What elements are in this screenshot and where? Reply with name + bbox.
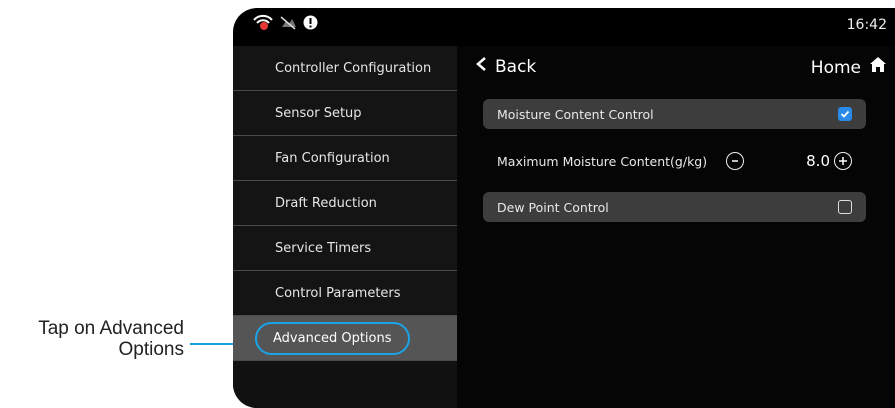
cloud-off-icon xyxy=(279,15,297,34)
annotation-line-1: Tap on Advanced xyxy=(38,318,184,339)
sidebar-item-label: Controller Configuration xyxy=(275,60,432,76)
decrement-button[interactable] xyxy=(726,152,745,170)
moisture-content-control-checkbox[interactable] xyxy=(838,107,852,121)
sidebar-item-label: Sensor Setup xyxy=(275,105,362,121)
info-icon xyxy=(303,15,318,34)
sidebar: Controller Configuration Sensor Setup Fa… xyxy=(233,46,457,408)
dew-point-control-row[interactable]: Dew Point Control xyxy=(483,192,866,222)
sidebar-item-control-parameters[interactable]: Control Parameters xyxy=(233,271,457,316)
header: Back Home xyxy=(457,46,895,88)
sidebar-item-label: Fan Configuration xyxy=(275,150,390,166)
moisture-stepper: 8.0 xyxy=(726,152,852,170)
sidebar-item-label: Draft Reduction xyxy=(275,195,377,211)
status-time: 16:42 xyxy=(846,17,887,33)
back-label: Back xyxy=(495,56,537,77)
sidebar-item-advanced-options[interactable]: Advanced Options xyxy=(233,316,457,361)
moisture-content-control-row[interactable]: Moisture Content Control xyxy=(483,99,866,129)
device-screen: 16:42 Controller Configuration Sensor Se… xyxy=(233,8,895,408)
sidebar-item-fan-configuration[interactable]: Fan Configuration xyxy=(233,136,457,181)
status-bar: 16:42 xyxy=(233,8,895,40)
annotation-callout: Tap on Advanced Options xyxy=(0,318,184,360)
moisture-value: 8.0 xyxy=(806,152,830,170)
sidebar-item-service-timers[interactable]: Service Timers xyxy=(233,226,457,271)
sidebar-item-draft-reduction[interactable]: Draft Reduction xyxy=(233,181,457,226)
chevron-left-icon xyxy=(475,56,487,77)
maximum-moisture-content-label: Maximum Moisture Content(g/kg) xyxy=(497,153,708,169)
home-button[interactable]: Home xyxy=(811,56,887,79)
status-icons xyxy=(253,14,318,34)
sidebar-item-label: Control Parameters xyxy=(275,285,401,301)
wifi-alert-icon xyxy=(253,14,273,34)
sidebar-item-sensor-setup[interactable]: Sensor Setup xyxy=(233,91,457,136)
sidebar-item-label: Advanced Options xyxy=(255,321,410,355)
sidebar-item-controller-configuration[interactable]: Controller Configuration xyxy=(233,46,457,91)
maximum-moisture-content-row: Maximum Moisture Content(g/kg) 8.0 xyxy=(483,146,866,176)
dew-point-control-checkbox[interactable] xyxy=(838,200,852,214)
moisture-content-control-label: Moisture Content Control xyxy=(497,106,654,122)
main-panel: Back Home Moisture Content Control Maxim… xyxy=(457,46,895,408)
home-label: Home xyxy=(810,57,861,78)
increment-button[interactable] xyxy=(834,152,852,170)
sidebar-item-label: Service Timers xyxy=(275,240,372,256)
annotation-line-2: Options xyxy=(118,339,184,360)
back-button[interactable]: Back xyxy=(475,56,536,77)
dew-point-control-label: Dew Point Control xyxy=(497,199,609,215)
home-icon xyxy=(869,56,887,79)
